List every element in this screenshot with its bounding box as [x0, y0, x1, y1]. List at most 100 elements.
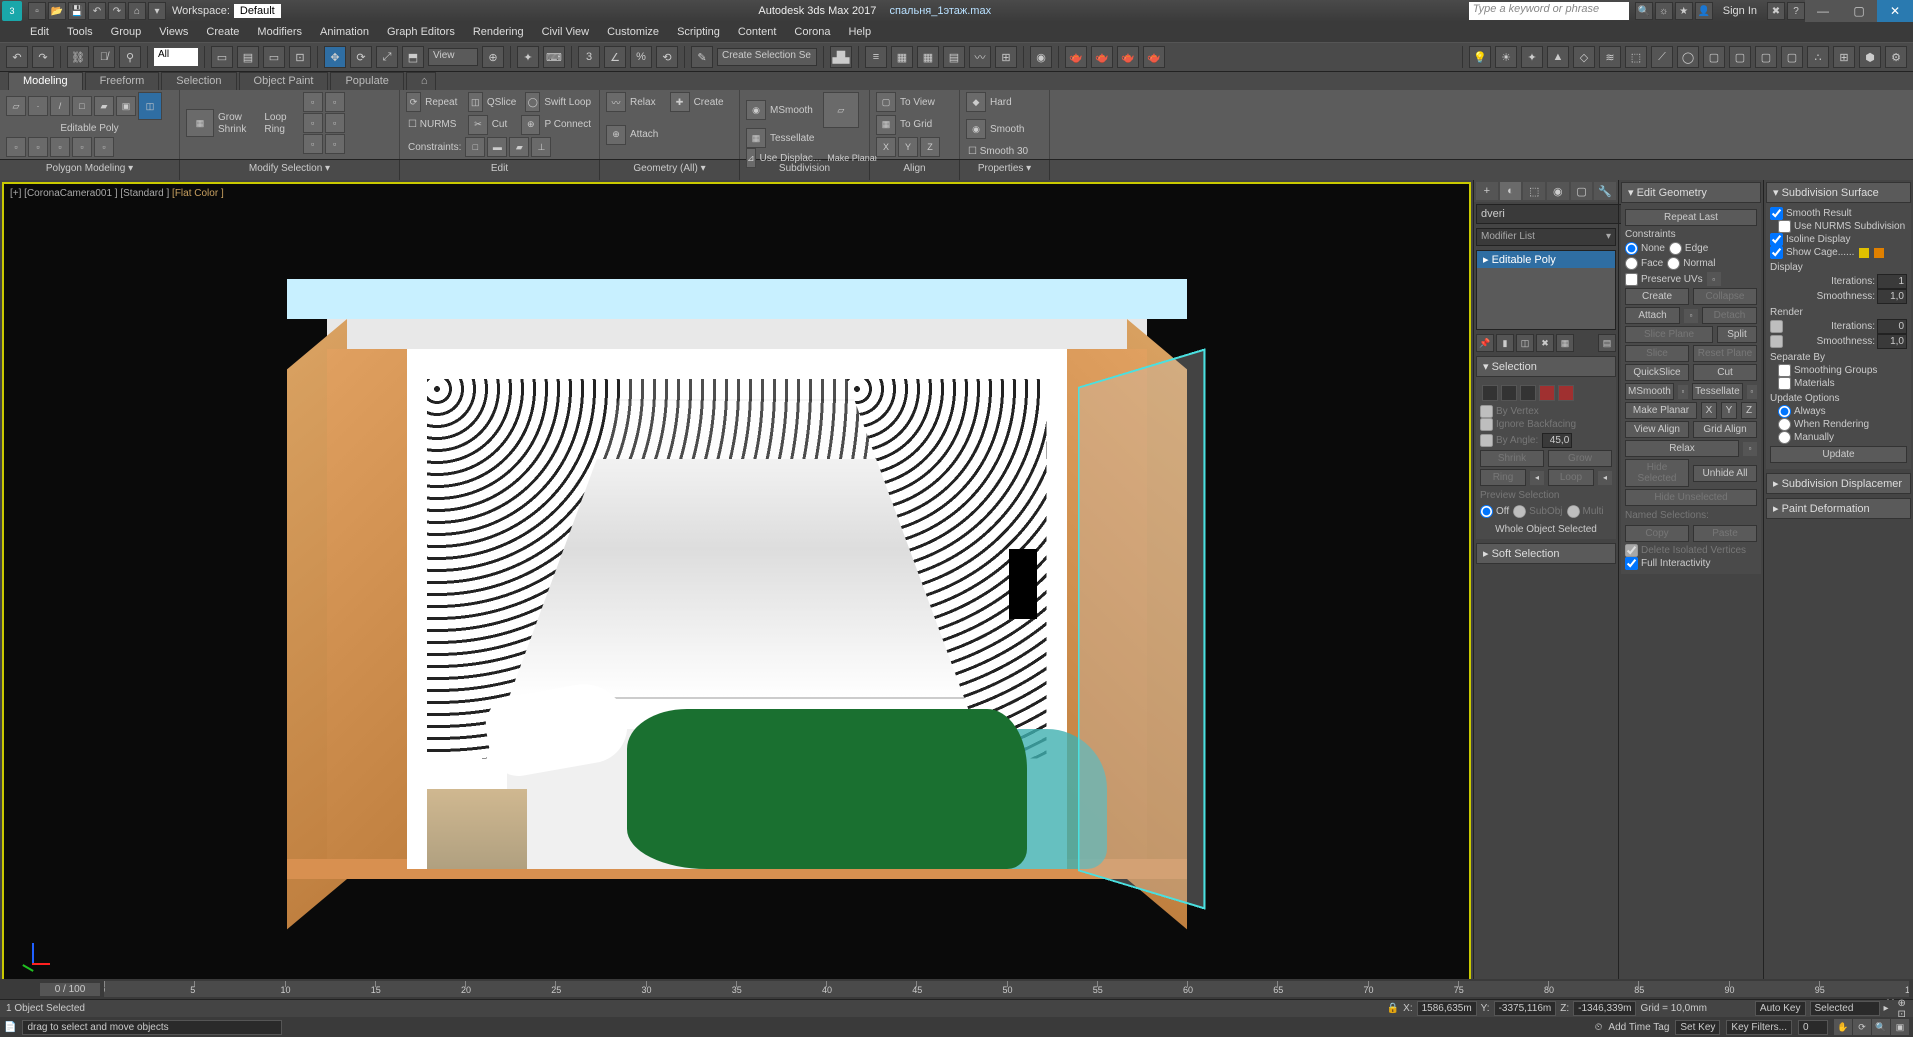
menu-customize[interactable]: Customize: [607, 26, 659, 38]
manipulate-icon[interactable]: ✦: [517, 46, 539, 68]
surface-icon[interactable]: ▢: [1703, 46, 1725, 68]
tessellate-icon[interactable]: ▦: [746, 128, 766, 148]
system-icon[interactable]: ⬚: [1625, 46, 1647, 68]
mirror-icon[interactable]: ▟▙: [830, 46, 852, 68]
hierarchy-tab-icon[interactable]: ⬚: [1523, 182, 1545, 200]
preserve-uvs-opts-icon[interactable]: ▫: [1707, 272, 1721, 286]
scale-tool-icon[interactable]: ⤢: [376, 46, 398, 68]
pconnect-label[interactable]: P Connect: [542, 119, 593, 130]
materials-check[interactable]: Materials: [1778, 377, 1907, 390]
menu-content[interactable]: Content: [738, 26, 777, 38]
nurms-check[interactable]: NURMS: [406, 119, 458, 130]
planar-y[interactable]: Y: [1721, 402, 1737, 419]
cut-label[interactable]: Cut: [490, 119, 510, 130]
const-normal-icon[interactable]: ⊥: [531, 137, 551, 157]
tab-overflow[interactable]: ⌂: [406, 72, 436, 90]
placement-tool-icon[interactable]: ⬒: [402, 46, 424, 68]
preview-multi[interactable]: Multi: [1567, 505, 1604, 518]
z-value[interactable]: -1346,339m: [1573, 1001, 1636, 1016]
vertex-so-icon[interactable]: ·: [28, 96, 48, 116]
softsel-rollout-header[interactable]: Soft Selection: [1476, 543, 1616, 564]
tab-freeform[interactable]: Freeform: [85, 72, 160, 90]
pf-edit[interactable]: Edit: [400, 160, 600, 180]
vertex-subobj-icon[interactable]: [1482, 385, 1498, 401]
light-analysis-icon[interactable]: ☀: [1495, 46, 1517, 68]
pf-geom[interactable]: Geometry (All) ▾: [600, 160, 740, 180]
help-search-input[interactable]: Type a keyword or phrase: [1469, 2, 1629, 20]
const-edge-icon[interactable]: ▬: [487, 137, 507, 157]
utilities-tab-icon[interactable]: 🔧: [1594, 182, 1616, 200]
create-poly-icon[interactable]: ✚: [670, 92, 690, 112]
help-icon[interactable]: ?: [1787, 2, 1805, 20]
particle-icon[interactable]: ∴: [1807, 46, 1829, 68]
sets-icon[interactable]: ▦: [1556, 334, 1574, 352]
ignorebf-check[interactable]: Ignore Backfacing: [1480, 418, 1612, 431]
grow-button[interactable]: Grow: [1548, 450, 1612, 467]
menu-group[interactable]: Group: [111, 26, 142, 38]
menu-animation[interactable]: Animation: [320, 26, 369, 38]
pm-btn4[interactable]: ▫: [72, 137, 92, 157]
make-planar-big-icon[interactable]: ▱: [823, 92, 859, 128]
photometric-icon[interactable]: ✦: [1521, 46, 1543, 68]
x-value[interactable]: 1586,635m: [1417, 1001, 1477, 1016]
menu-edit[interactable]: Edit: [30, 26, 49, 38]
upd-manual[interactable]: Manually: [1778, 431, 1907, 444]
pm-btn1[interactable]: ▫: [6, 137, 26, 157]
space-warp-icon[interactable]: ≋: [1599, 46, 1621, 68]
bone-icon[interactable]: ⟋: [1651, 46, 1673, 68]
tessellate-opts-icon[interactable]: ▫: [1747, 385, 1757, 399]
attach-button[interactable]: Attach: [1625, 307, 1680, 324]
attach-label[interactable]: Attach: [628, 129, 660, 140]
pm-btn5[interactable]: ▫: [94, 137, 114, 157]
layers-toggle-icon[interactable]: ▦: [891, 46, 913, 68]
resetplane-button[interactable]: Reset Plane: [1693, 345, 1757, 362]
modifier-stack[interactable]: ▸ Editable Poly: [1476, 250, 1616, 330]
pconnect-icon[interactable]: ⊕: [521, 115, 540, 135]
render-smooth-spinner[interactable]: 1,0: [1877, 334, 1907, 349]
percent-snap-icon[interactable]: %: [630, 46, 652, 68]
select-name-icon[interactable]: ▤: [237, 46, 259, 68]
patch-icon[interactable]: ⊞: [1833, 46, 1855, 68]
user-icon[interactable]: 👤: [1695, 2, 1713, 20]
cut-icon[interactable]: ✂: [468, 115, 487, 135]
shrink-button[interactable]: Shrink: [1480, 450, 1544, 467]
helper-icon[interactable]: ◇: [1573, 46, 1595, 68]
ref-coord-system[interactable]: View: [428, 48, 478, 66]
relax-button[interactable]: Relax: [1625, 440, 1739, 457]
swiftloop-label[interactable]: Swift Loop: [542, 97, 593, 108]
ring-button[interactable]: Ring: [1480, 469, 1526, 486]
togrid-icon[interactable]: ▦: [876, 115, 896, 135]
menu-grapheditors[interactable]: Graph Editors: [387, 26, 455, 38]
pf-align[interactable]: Align: [870, 160, 960, 180]
fullint-check[interactable]: Full Interactivity: [1625, 557, 1757, 570]
attach-opts-icon[interactable]: ▫: [1684, 309, 1698, 323]
tab-modeling[interactable]: Modeling: [8, 72, 83, 90]
update-button[interactable]: Update: [1770, 446, 1907, 463]
const-normal[interactable]: Normal: [1667, 257, 1715, 270]
time-tag-icon[interactable]: ⏲: [1595, 1022, 1603, 1033]
msmooth-button[interactable]: MSmooth: [1625, 383, 1674, 400]
angle-snap-icon[interactable]: ∠: [604, 46, 626, 68]
menu-help[interactable]: Help: [848, 26, 871, 38]
pf-props[interactable]: Properties ▾: [960, 160, 1050, 180]
menu-modifiers[interactable]: Modifiers: [257, 26, 302, 38]
const-none-icon[interactable]: □: [465, 137, 485, 157]
curve-editor-icon[interactable]: 〰: [969, 46, 991, 68]
pm-btn2[interactable]: ▫: [28, 137, 48, 157]
move-tool-icon[interactable]: ✥: [324, 46, 346, 68]
window-crossing-icon[interactable]: ⊡: [289, 46, 311, 68]
menu-corona[interactable]: Corona: [794, 26, 830, 38]
paintdef-rollout-header[interactable]: Paint Deformation: [1766, 498, 1911, 519]
menu-civilview[interactable]: Civil View: [542, 26, 589, 38]
preview-subobj[interactable]: SubObj: [1513, 505, 1562, 518]
named-sel-set[interactable]: Create Selection Se: [717, 48, 817, 66]
edge-subobj-icon[interactable]: [1501, 385, 1517, 401]
ribbon-toggle-icon[interactable]: ▤: [943, 46, 965, 68]
subdivdisp-rollout-header[interactable]: Subdivision Displacemer: [1766, 473, 1911, 494]
align-z[interactable]: Z: [920, 137, 940, 157]
collapse-button[interactable]: Collapse: [1693, 288, 1757, 305]
compound-icon[interactable]: ▢: [1781, 46, 1803, 68]
tessellate-button[interactable]: Tessellate: [1692, 383, 1742, 400]
grow-label[interactable]: Grow: [216, 112, 248, 123]
app-store-icon[interactable]: ★: [1675, 2, 1693, 20]
